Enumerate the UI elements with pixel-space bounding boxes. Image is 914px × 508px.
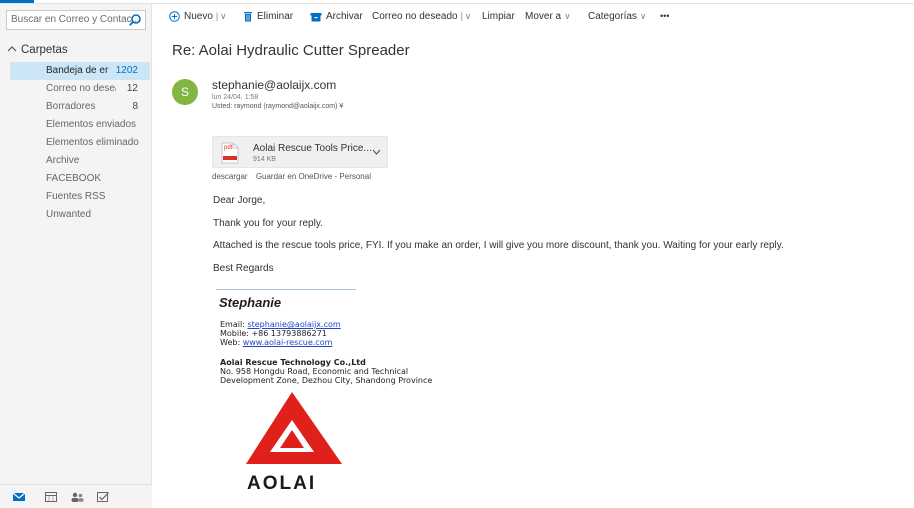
folder-count: 8 [132, 101, 138, 112]
search-icon[interactable] [128, 13, 142, 27]
signature-address: Development Zone, Dezhou City, Shandong … [220, 376, 433, 385]
signature-web-label: Web: [220, 338, 243, 347]
chevron-down-icon[interactable] [372, 149, 381, 155]
junk-button[interactable]: Correo no deseado | ∨ [372, 11, 471, 22]
folder-pane: Buscar en Correo y Contac... Carpetas Ba… [0, 4, 152, 508]
chevron-down-icon: ∨ [564, 11, 571, 21]
junk-label: Correo no deseado [372, 11, 458, 22]
folder-label: Fuentes RSS [46, 191, 106, 202]
attachment-card[interactable]: pdf Aolai Rescue Tools Price... 914 KB [212, 136, 388, 168]
folder-archive[interactable]: Archive [10, 152, 150, 170]
more-actions-button[interactable]: ••• [660, 11, 669, 21]
categories-label: Categorías [588, 11, 637, 22]
folder-label: Elementos eliminado [46, 137, 139, 148]
message-subject: Re: Aolai Hydraulic Cutter Spreader [172, 42, 410, 59]
folder-rss[interactable]: Fuentes RSS [10, 188, 150, 206]
search-input[interactable]: Buscar en Correo y Contac... [11, 14, 140, 25]
signature-email-label: Email: [220, 320, 248, 329]
sweep-label: Limpiar [482, 11, 515, 22]
command-bar: Nuevo | ∨ Eliminar Archivar Correo no de… [152, 4, 914, 30]
signature-name: Stephanie [219, 295, 282, 310]
folder-drafts[interactable]: Borradores 8 [10, 98, 150, 116]
folder-facebook[interactable]: FACEBOOK [10, 170, 150, 188]
signature-divider [216, 289, 356, 290]
folder-inbox[interactable]: Bandeja de er 1202 [10, 62, 150, 80]
aolai-logo-icon [246, 392, 342, 464]
module-switcher [0, 484, 152, 508]
folder-sent[interactable]: Elementos enviados [10, 116, 150, 134]
body-paragraph: Attached is the rescue tools price, FYI.… [213, 240, 784, 251]
attachment-name[interactable]: Aolai Rescue Tools Price... [253, 143, 372, 154]
folder-label: Correo no desea [46, 83, 116, 94]
folder-count: 12 [126, 83, 138, 94]
folder-label: FACEBOOK [46, 173, 102, 184]
signature-web-line: Web: www.aolai-rescue.com [220, 338, 332, 347]
signature-email-line: Email: stephanie@aolaijx.com [220, 320, 341, 329]
recipient-line[interactable]: Usted: raymond (raymond@aolaijx.com) ¥ [212, 103, 343, 110]
folder-label: Borradores [46, 101, 96, 112]
download-link[interactable]: descargar [212, 172, 248, 181]
message-date: lun 24/04, 1:58 [212, 94, 259, 101]
people-icon[interactable] [70, 491, 84, 503]
save-onedrive-link[interactable]: Guardar en OneDrive - Personal [256, 172, 371, 181]
search-box[interactable]: Buscar en Correo y Contac... [6, 10, 146, 30]
folder-unwanted[interactable]: Unwanted [10, 206, 150, 224]
body-closing: Best Regards [213, 263, 274, 274]
folders-header[interactable]: Carpetas [6, 44, 68, 56]
delete-button[interactable]: Eliminar [243, 11, 293, 22]
chevron-down-icon: ∨ [639, 11, 647, 21]
junk-dropdown-icon[interactable]: | ∨ [461, 11, 472, 22]
calendar-icon[interactable] [44, 491, 58, 503]
logo-wordmark: AOLAI [247, 473, 317, 494]
categories-button[interactable]: Categorías ∨ [588, 11, 647, 22]
archive-icon [310, 12, 322, 21]
avatar[interactable]: S [172, 79, 198, 105]
mail-icon[interactable] [12, 491, 26, 503]
chevron-up-icon [7, 46, 17, 52]
archive-button[interactable]: Archivar [310, 11, 363, 22]
sender-address[interactable]: stephanie@aolaijx.com [212, 78, 336, 92]
folder-label: Unwanted [46, 209, 92, 220]
signature-email-link[interactable]: stephanie@aolaijx.com [247, 320, 340, 329]
signature-address: No. 958 Hongdu Road, Economic and Techni… [220, 367, 409, 376]
signature-company: Aolai Rescue Technology Co.,Ltd [220, 358, 366, 367]
folder-deleted[interactable]: Elementos eliminado [10, 134, 150, 152]
delete-label: Eliminar [257, 11, 294, 22]
attachment-size: 914 KB [253, 156, 276, 163]
signature-web-link[interactable]: www.aolai-rescue.com [243, 338, 333, 347]
folder-count: 1202 [115, 65, 138, 76]
pdf-label: pdf [224, 145, 233, 151]
more-icon: ••• [660, 11, 670, 21]
folder-junk[interactable]: Correo no desea 12 [10, 80, 150, 98]
signature-mobile: Mobile: +86 13793886271 [220, 329, 327, 338]
new-label: Nuevo [184, 11, 213, 22]
tasks-icon[interactable] [96, 491, 110, 503]
body-greeting: Dear Jorge, [213, 195, 266, 206]
folder-label: Elementos enviados [46, 119, 137, 130]
folder-label: Bandeja de er [46, 65, 109, 76]
move-to-button[interactable]: Mover a ∨ [525, 11, 571, 22]
sweep-button[interactable]: Limpiar [482, 11, 515, 22]
plus-circle-icon [169, 11, 180, 22]
move-to-label: Mover a [525, 11, 562, 22]
trash-icon [244, 12, 252, 22]
archive-label: Archivar [326, 11, 363, 22]
body-paragraph: Thank you for your reply. [213, 218, 323, 229]
new-dropdown-icon[interactable]: | ∨ [216, 11, 227, 22]
attachment-actions: descargar Guardar en OneDrive - Personal [212, 172, 377, 181]
folder-label: Archive [46, 155, 80, 166]
folders-header-label: Carpetas [21, 44, 68, 56]
new-button[interactable]: Nuevo | ∨ [169, 11, 227, 22]
